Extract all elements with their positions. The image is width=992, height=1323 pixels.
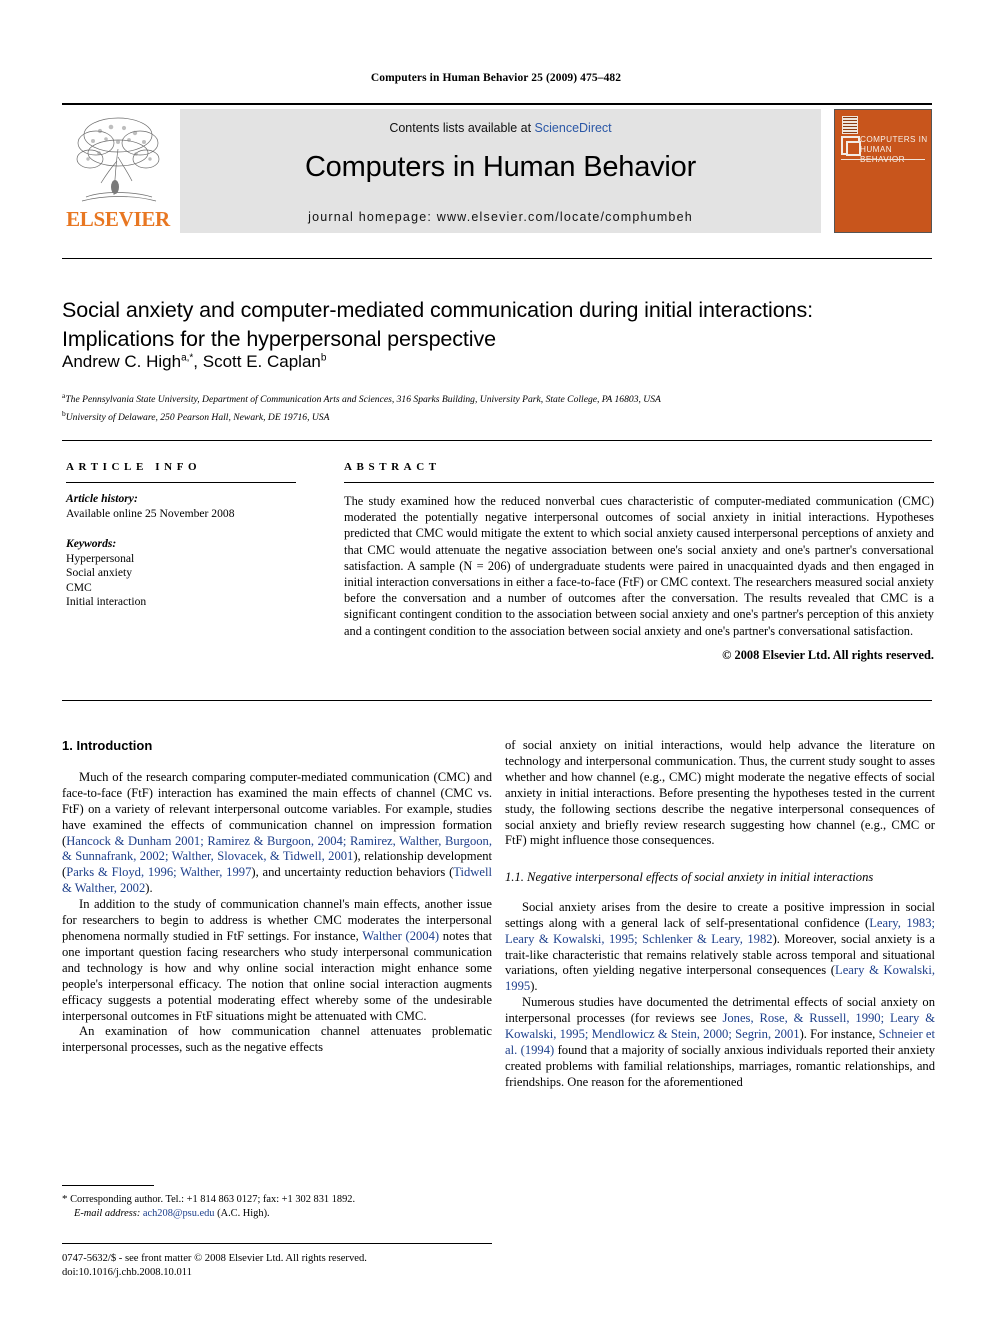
article-page: Computers in Human Behavior 25 (2009) 47…	[0, 0, 992, 1323]
journal-cover-thumbnail[interactable]: COMPUTERS IN HUMAN BEHAVIOR	[834, 109, 932, 233]
keywords-block: Keywords: Hyperpersonal Social anxiety C…	[66, 537, 296, 610]
citation-link[interactable]: Walther (2004)	[362, 929, 439, 943]
keyword-item: Initial interaction	[66, 595, 147, 608]
paragraph: Numerous studies have documented the det…	[505, 995, 935, 1090]
abstract-copyright: © 2008 Elsevier Ltd. All rights reserved…	[722, 647, 934, 662]
article-info-block: ARTICLE INFO Article history: Available …	[66, 461, 296, 610]
cover-square-icon	[841, 136, 861, 156]
page-title: Social anxiety and computer-mediated com…	[62, 298, 813, 352]
author-1: Andrew C. High	[62, 352, 182, 371]
abstract-rule	[344, 482, 934, 483]
paragraph-text: found that a majority of socially anxiou…	[505, 1043, 935, 1089]
keyword-item: Social anxiety	[66, 566, 133, 579]
abstract-divider	[62, 700, 932, 701]
paragraph-text: ). For instance,	[799, 1027, 879, 1042]
issn-copyright-line: 0747-5632/$ - see front matter © 2008 El…	[62, 1253, 367, 1264]
running-head: Computers in Human Behavior 25 (2009) 47…	[370, 72, 622, 84]
footnote-star-marker: *	[62, 1193, 68, 1205]
affiliations: aThe Pennsylvania State University, Depa…	[62, 389, 882, 424]
affiliation-a-text: The Pennsylvania State University, Depar…	[65, 394, 661, 406]
sciencedirect-link[interactable]: ScienceDirect	[535, 121, 612, 135]
cover-title-text: COMPUTERS IN HUMAN BEHAVIOR	[860, 135, 928, 164]
elsevier-logo: ELSEVIER	[62, 109, 174, 233]
title-divider	[62, 258, 932, 259]
abstract-block: ABSTRACT The study examined how the redu…	[344, 461, 934, 663]
email-link[interactable]: ach208@psu.edu	[143, 1208, 215, 1219]
journal-title: Computers in Human Behavior	[304, 151, 697, 183]
body-column-left: 1. Introduction Much of the research com…	[62, 738, 492, 1056]
elsevier-tree-icon	[76, 117, 160, 202]
abstract-text: The study examined how the reduced nonve…	[344, 494, 934, 638]
affiliation-b: bUniversity of Delaware, 250 Pearson Hal…	[62, 407, 882, 425]
journal-band: Contents lists available at ScienceDirec…	[180, 109, 821, 233]
journal-masthead: ELSEVIER Contents lists available at Sci…	[62, 103, 932, 233]
paragraph: Social anxiety arises from the desire to…	[505, 900, 935, 995]
footnote-divider	[62, 1185, 154, 1186]
journal-homepage[interactable]: journal homepage: www.elsevier.com/locat…	[180, 210, 821, 224]
keywords-label: Keywords:	[66, 537, 117, 550]
footnote-corresponding-text: Corresponding author. Tel.: +1 814 863 0…	[70, 1194, 356, 1205]
keyword-item: Hyperpersonal	[66, 551, 135, 565]
footnote-corresponding-line: * Corresponding author. Tel.: +1 814 863…	[62, 1193, 492, 1207]
paragraph: of social anxiety on initial interaction…	[505, 738, 935, 848]
cover-divider	[841, 159, 925, 160]
article-history-value: Available online 25 November 2008	[66, 506, 235, 520]
author-2-superscript: b	[320, 352, 327, 364]
section-heading-introduction: 1. Introduction	[62, 738, 153, 753]
article-history-label: Article history:	[66, 492, 138, 505]
article-info-rule	[66, 482, 296, 483]
paragraph-text: ), and uncertainty reduction behaviors (	[251, 865, 454, 880]
body-column-right: of social anxiety on initial interaction…	[505, 738, 935, 1091]
affiliation-a: aThe Pennsylvania State University, Depa…	[62, 389, 882, 407]
article-info-heading: ARTICLE INFO	[66, 461, 202, 473]
footnote-email-line: E-mail address: ach208@psu.edu (A.C. Hig…	[62, 1207, 492, 1221]
author-list: Andrew C. Higha,*, Scott E. Caplanb	[62, 352, 842, 372]
author-2: , Scott E. Caplan	[193, 352, 321, 371]
paragraph: An examination of how communication chan…	[62, 1024, 492, 1055]
keyword-item: CMC	[66, 580, 92, 594]
elsevier-wordmark: ELSEVIER	[66, 207, 170, 231]
contents-prefix: Contents lists available at	[389, 121, 535, 135]
imprint-block: 0747-5632/$ - see front matter © 2008 El…	[62, 1252, 522, 1279]
affiliation-b-text: University of Delaware, 250 Pearson Hall…	[65, 411, 330, 423]
footnote-email-label: E-mail address:	[74, 1207, 141, 1219]
paragraph-text: ).	[530, 979, 538, 994]
info-divider	[62, 440, 932, 441]
paragraph-text: ).	[145, 881, 153, 896]
article-history: Article history: Available online 25 Nov…	[66, 492, 296, 521]
doi-line: doi:10.1016/j.chb.2008.10.011	[62, 1266, 192, 1278]
cover-mark-lines-icon	[843, 117, 857, 133]
author-1-superscript: a,*	[181, 352, 194, 364]
abstract-heading: ABSTRACT	[344, 461, 441, 473]
footnote-email-owner: (A.C. High).	[217, 1207, 270, 1219]
paragraph: Much of the research comparing computer-…	[62, 770, 492, 897]
corresponding-author-footnote: * Corresponding author. Tel.: +1 814 863…	[62, 1185, 492, 1220]
citation-link[interactable]: Parks & Floyd, 1996; Walther, 1997	[66, 865, 251, 879]
section-heading-1-1: 1.1. Negative interpersonal effects of s…	[505, 870, 874, 885]
imprint-divider	[62, 1243, 492, 1244]
contents-available-line: Contents lists available at ScienceDirec…	[180, 121, 821, 135]
paragraph: In addition to the study of communicatio…	[62, 897, 492, 1024]
